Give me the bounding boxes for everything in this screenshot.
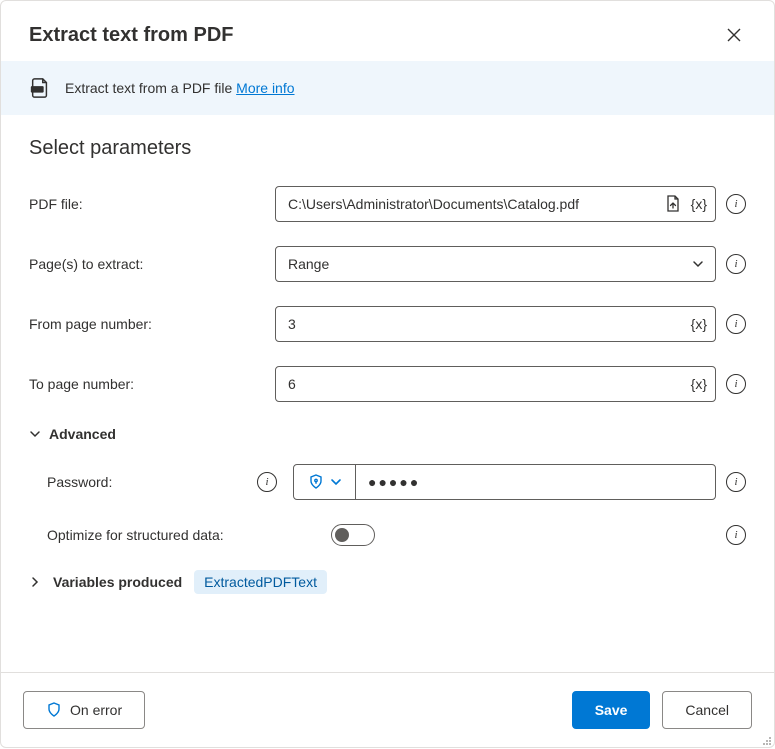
info-icon[interactable]: i: [726, 194, 746, 214]
shield-icon: [308, 474, 324, 490]
info-icon[interactable]: i: [726, 374, 746, 394]
toggle-knob: [335, 528, 349, 542]
input-pdf-file-value: C:\Users\Administrator\Documents\Catalog…: [288, 196, 657, 212]
variable-pill[interactable]: ExtractedPDFText: [194, 570, 327, 594]
toggle-optimize[interactable]: [331, 524, 375, 546]
chevron-down-icon: [330, 476, 342, 488]
chevron-down-icon: [29, 428, 41, 440]
pdf-icon: PDF: [29, 77, 51, 99]
save-button[interactable]: Save: [572, 691, 651, 729]
variable-icon[interactable]: {x}: [689, 376, 709, 392]
advanced-label: Advanced: [49, 426, 116, 442]
info-bar-text: Extract text from a PDF file More info: [65, 80, 295, 96]
input-password-value: ●●●●●: [356, 465, 715, 499]
dialog-body: Select parameters PDF file: C:\Users\Adm…: [1, 115, 774, 594]
cancel-button[interactable]: Cancel: [662, 691, 752, 729]
on-error-button[interactable]: On error: [23, 691, 145, 729]
select-pages[interactable]: Range: [275, 246, 716, 282]
password-type-selector[interactable]: [294, 465, 356, 499]
field-pdf-file: PDF file: C:\Users\Administrator\Documen…: [29, 186, 746, 222]
resize-handle-icon[interactable]: [760, 733, 772, 745]
label-pdf-file: PDF file:: [29, 196, 275, 212]
info-bar: PDF Extract text from a PDF file More in…: [1, 61, 774, 115]
variable-icon[interactable]: {x}: [689, 316, 709, 332]
input-password[interactable]: ●●●●●: [293, 464, 716, 500]
info-icon[interactable]: i: [726, 472, 746, 492]
input-from-page-value: 3: [288, 316, 683, 332]
label-password: Password:: [47, 474, 112, 490]
input-to-page[interactable]: 6 {x}: [275, 366, 716, 402]
close-button[interactable]: [722, 23, 746, 47]
label-from-page: From page number:: [29, 316, 275, 332]
info-icon[interactable]: i: [726, 525, 746, 545]
file-picker-icon[interactable]: [663, 194, 683, 214]
shield-outline-icon: [46, 702, 62, 718]
svg-text:PDF: PDF: [33, 87, 43, 93]
field-to-page: To page number: 6 {x} i: [29, 366, 746, 402]
chevron-right-icon: [29, 576, 41, 588]
field-pages-to-extract: Page(s) to extract: Range i: [29, 246, 746, 282]
close-icon: [727, 28, 741, 42]
label-optimize: Optimize for structured data:: [47, 527, 331, 543]
variable-icon[interactable]: {x}: [689, 196, 709, 212]
more-info-link[interactable]: More info: [236, 80, 294, 96]
variables-label: Variables produced: [53, 574, 182, 590]
input-from-page[interactable]: 3 {x}: [275, 306, 716, 342]
field-password: Password: i ●●●●● i: [47, 464, 746, 500]
label-to-page: To page number:: [29, 376, 275, 392]
field-from-page: From page number: 3 {x} i: [29, 306, 746, 342]
field-optimize: Optimize for structured data: i: [47, 524, 746, 546]
dialog-header: Extract text from PDF: [1, 1, 774, 61]
info-icon[interactable]: i: [257, 472, 277, 492]
info-icon[interactable]: i: [726, 254, 746, 274]
section-title: Select parameters: [29, 137, 746, 160]
chevron-down-icon: [691, 257, 705, 271]
label-pages: Page(s) to extract:: [29, 256, 275, 272]
select-pages-value: Range: [288, 256, 691, 272]
input-pdf-file[interactable]: C:\Users\Administrator\Documents\Catalog…: [275, 186, 716, 222]
info-icon[interactable]: i: [726, 314, 746, 334]
dialog-title: Extract text from PDF: [29, 24, 234, 47]
advanced-toggle[interactable]: Advanced: [29, 426, 746, 442]
variables-produced-toggle[interactable]: Variables produced ExtractedPDFText: [29, 570, 746, 594]
input-to-page-value: 6: [288, 376, 683, 392]
dialog-footer: On error Save Cancel: [1, 672, 774, 747]
